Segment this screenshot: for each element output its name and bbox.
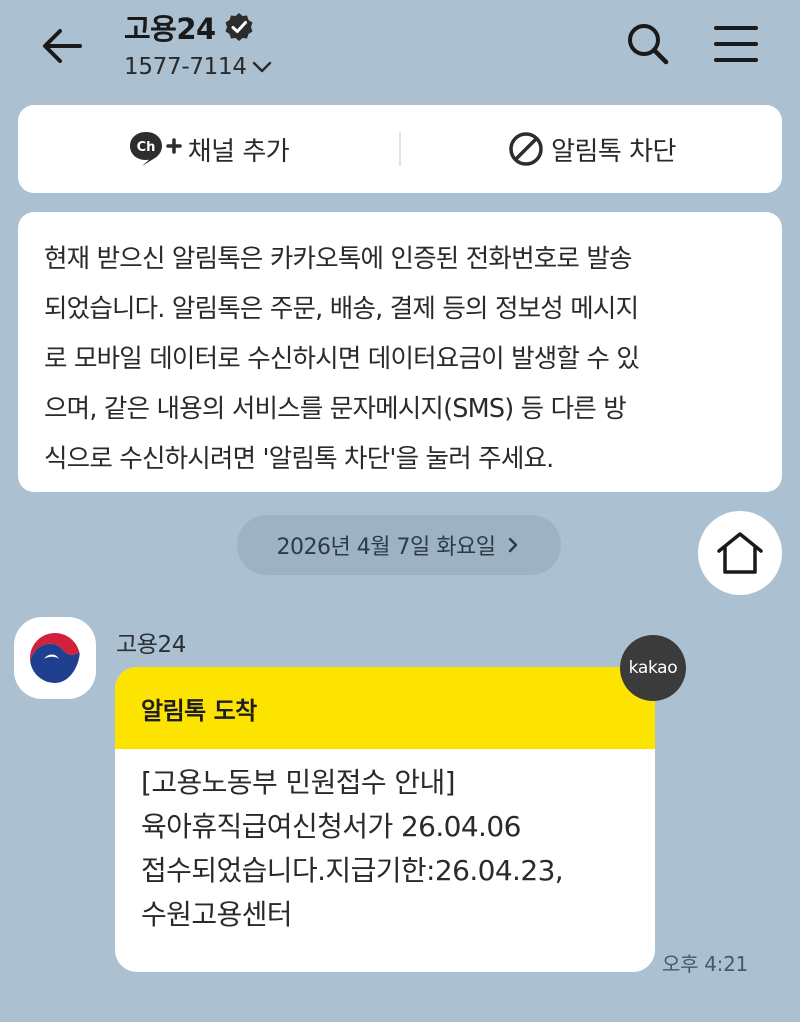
- search-icon: [628, 24, 669, 65]
- home-button[interactable]: [698, 511, 782, 595]
- notice-line: 식으로 수신하시려면 '알림톡 차단'을 눌러 주세요.: [44, 444, 554, 474]
- add-channel-label: 채널 추가: [187, 136, 290, 167]
- message-line: 접수되었습니다.지급기한:26.04.23,: [141, 854, 564, 887]
- svg-text:Ch: Ch: [136, 140, 155, 155]
- bubble-body: [고용노동부 민원접수 안내] 육아휴직급여신청서가 26.04.06 접수되었…: [115, 749, 655, 937]
- notice-line: 되었습니다. 알림톡은 주문, 배송, 결제 등의 정보성 메시지: [44, 294, 639, 324]
- channel-action-bar: Ch 채널 추가 알림톡 차단: [18, 105, 782, 193]
- channel-add-icon: Ch: [128, 129, 182, 169]
- date-divider[interactable]: 2026년 4월 7일 화요일: [237, 515, 561, 575]
- sender-name: 고용24: [116, 632, 186, 658]
- block-icon: [509, 132, 543, 166]
- back-arrow-icon: [43, 29, 82, 63]
- sender-avatar[interactable]: [14, 617, 96, 699]
- message-bubble[interactable]: 알림톡 도착 [고용노동부 민원접수 안내] 육아휴직급여신청서가 26.04.…: [115, 667, 655, 972]
- alimtalk-notice: 현재 받으신 알림톡은 카카오톡에 인증된 전화번호로 발송 되었습니다. 알림…: [18, 212, 782, 492]
- home-icon: [717, 532, 763, 574]
- notice-line: 현재 받으신 알림톡은 카카오톡에 인증된 전화번호로 발송: [44, 244, 632, 274]
- kakao-badge-text: kakao: [628, 658, 678, 678]
- channel-phone: 1577-7114: [124, 54, 247, 80]
- bubble-header: 알림톡 도착: [115, 667, 655, 749]
- date-text: 2026년 4월 7일 화요일: [276, 535, 496, 560]
- back-button[interactable]: [34, 18, 90, 74]
- verified-badge-icon: [224, 12, 254, 42]
- notice-line: 으며, 같은 내용의 서비스를 문자메시지(SMS) 등 다른 방: [44, 394, 627, 424]
- message-line: [고용노동부 민원접수 안내]: [141, 766, 456, 799]
- taegeuk-logo-icon: [30, 633, 80, 683]
- bubble-title: 알림톡 도착: [141, 696, 257, 725]
- notice-line: 로 모바일 데이터로 수신하시면 데이터요금이 발생할 수 있: [44, 344, 640, 374]
- chat-screen: 고용24 1577-7114 Ch 채널 추가 알림톡 차단 현재 받으신 알림…: [0, 0, 800, 1022]
- block-alimtalk-button[interactable]: 알림톡 차단: [401, 105, 782, 193]
- menu-button[interactable]: [708, 16, 764, 72]
- channel-title: 고용24: [124, 12, 216, 46]
- message-line: 육아휴직급여신청서가 26.04.06: [141, 810, 521, 843]
- menu-icon: [714, 26, 758, 62]
- chat-header: 고용24 1577-7114: [0, 0, 800, 96]
- chevron-right-icon: [509, 537, 518, 553]
- message-line: 수원고용센터: [141, 898, 293, 931]
- message-time: 오후 4:21: [662, 952, 748, 976]
- block-alimtalk-label: 알림톡 차단: [551, 136, 676, 167]
- kakao-badge: kakao: [620, 635, 686, 701]
- search-button[interactable]: [620, 16, 676, 72]
- channel-title-block[interactable]: 고용24 1577-7114: [124, 6, 273, 80]
- chevron-down-icon: [252, 61, 271, 73]
- notice-text: 현재 받으신 알림톡은 카카오톡에 인증된 전화번호로 발송 되었습니다. 알림…: [44, 234, 756, 484]
- add-channel-button[interactable]: Ch 채널 추가: [18, 105, 399, 193]
